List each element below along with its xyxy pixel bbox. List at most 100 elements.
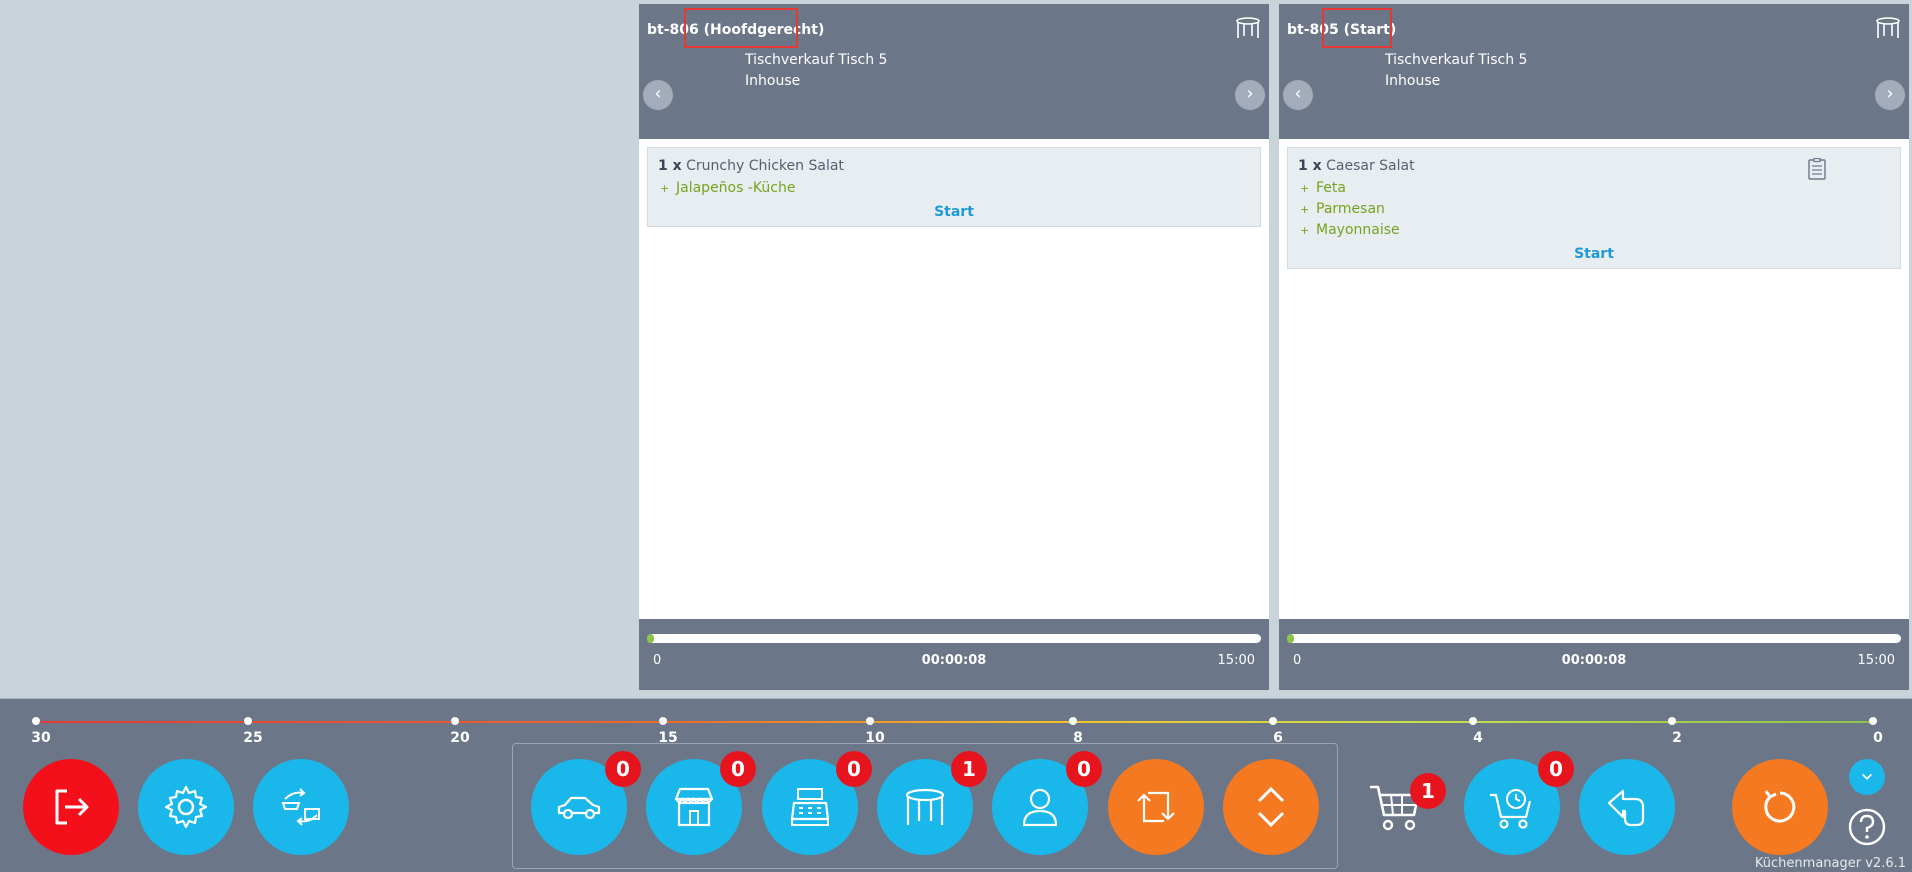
- expand-collapse-icon: [1257, 786, 1285, 828]
- start-button[interactable]: Start: [658, 204, 1250, 222]
- store-icon: [674, 787, 714, 827]
- logout-icon: [55, 789, 89, 825]
- modifier-label: Parmesan: [1316, 201, 1385, 217]
- register-filter-button[interactable]: 0: [762, 751, 872, 855]
- settings-button[interactable]: [138, 759, 234, 855]
- store-count-badge: 0: [720, 751, 756, 787]
- order-item[interactable]: 1 x Crunchy Chicken Salat + Jalapeños -Kü…: [647, 147, 1261, 227]
- modifier-label: Feta: [1316, 180, 1346, 196]
- item-modifier: + Jalapeños -Küche: [660, 180, 796, 196]
- timeline-tick-label: 2: [1672, 730, 1682, 746]
- register-count-badge: 0: [836, 751, 872, 787]
- timeline-tick: [1869, 717, 1877, 725]
- user-filter-button[interactable]: 0: [992, 751, 1102, 855]
- modifier-label: Mayonnaise: [1316, 222, 1400, 238]
- progress-fill: [647, 634, 655, 643]
- order-items: 1 x Caesar Salat + Feta + Parmesan + Mayonn…: [1279, 139, 1909, 619]
- bottom-toolbar: 30 25 20 15 10 8 6 4 2 0 0 0 0 1 0 1 0 K…: [0, 698, 1912, 872]
- store-filter-button[interactable]: 0: [646, 751, 756, 855]
- item-name: Crunchy Chicken Salat: [686, 158, 844, 174]
- swap-button[interactable]: [1108, 759, 1204, 855]
- logout-button[interactable]: [23, 759, 119, 855]
- refresh-button[interactable]: [1732, 759, 1828, 855]
- car-icon: [557, 796, 601, 820]
- timeline-tick: [659, 717, 667, 725]
- elapsed-time: 00:00:08: [921, 653, 987, 668]
- timed-cart-icon: [1490, 789, 1532, 829]
- order-item[interactable]: 1 x Caesar Salat + Feta + Parmesan + Mayonn…: [1287, 147, 1901, 269]
- help-icon[interactable]: [1847, 807, 1887, 847]
- timeline-tick: [1668, 717, 1676, 725]
- order-items: 1 x Crunchy Chicken Salat + Jalapeños -Kü…: [639, 139, 1269, 619]
- delivery-count-badge: 0: [605, 751, 641, 787]
- swap-arrows-icon: [1137, 791, 1175, 823]
- next-order-button[interactable]: ›: [1235, 80, 1265, 110]
- order-header: bt-805 (Start) Tischverkauf Tisch 5 Inho…: [1279, 4, 1909, 139]
- table-filter-button[interactable]: 1: [877, 751, 987, 855]
- order-type: Inhouse: [745, 73, 801, 89]
- order-card: bt-806 (Hoofdgerecht) Tischverkauf Tisch…: [639, 4, 1269, 690]
- table-icon: [1236, 17, 1260, 38]
- timeline-tick: [1269, 717, 1277, 725]
- timed-cart-button[interactable]: 0: [1464, 751, 1574, 855]
- timeline-tick-label: 25: [243, 730, 263, 746]
- next-order-button[interactable]: ›: [1875, 80, 1905, 110]
- prev-order-button[interactable]: ‹: [1283, 80, 1313, 110]
- order-card: bt-805 (Start) Tischverkauf Tisch 5 Inho…: [1279, 4, 1909, 690]
- chevron-down-icon: [1862, 773, 1872, 780]
- cash-register-icon: [790, 788, 830, 826]
- table-icon: [905, 788, 945, 825]
- order-location: Tischverkauf Tisch 5: [1385, 52, 1528, 68]
- progress-bar: [647, 634, 1261, 643]
- timeline-tick: [244, 717, 252, 725]
- timeline-tick-label: 20: [450, 730, 470, 746]
- user-icon: [1022, 788, 1058, 827]
- kitchen-swap-icon: [281, 788, 320, 826]
- item-line: 1 x Crunchy Chicken Salat: [658, 158, 1250, 174]
- delivery-filter-button[interactable]: 0: [531, 751, 641, 855]
- timeline-tick: [866, 717, 874, 725]
- item-modifier: + Feta: [1300, 180, 1346, 196]
- table-count-badge: 1: [951, 751, 987, 787]
- modifier-label: Jalapeños -Küche: [676, 180, 796, 196]
- timeline-scale: [36, 721, 1874, 723]
- table-icon: [1876, 17, 1900, 38]
- order-location: Tischverkauf Tisch 5: [745, 52, 888, 68]
- progress-end-label: 15:00: [1217, 653, 1255, 668]
- progress-end-label: 15:00: [1857, 653, 1895, 668]
- item-name: Caesar Salat: [1326, 158, 1415, 174]
- scroll-down-button[interactable]: [1849, 759, 1885, 795]
- timeline-tick: [451, 717, 459, 725]
- order-type: Inhouse: [1385, 73, 1441, 89]
- timeline-tick: [32, 717, 40, 725]
- gear-icon: [164, 785, 208, 829]
- cart-count-badge: 1: [1410, 773, 1446, 809]
- refresh-icon: [1764, 790, 1796, 823]
- item-qty: 1 x: [658, 158, 682, 174]
- timeline-tick: [1069, 717, 1077, 725]
- elapsed-time: 00:00:08: [1561, 653, 1627, 668]
- version-label: Küchenmanager v2.6.1: [1754, 856, 1906, 871]
- start-button[interactable]: Start: [1298, 246, 1890, 264]
- timeline-tick: [1469, 717, 1477, 725]
- timeline-tick-label: 30: [31, 730, 51, 746]
- order-timer: 0 00:00:08 15:00: [1279, 619, 1909, 690]
- kitchen-swap-button[interactable]: [253, 759, 349, 855]
- item-modifier: + Parmesan: [1300, 201, 1385, 217]
- order-header: bt-806 (Hoofdgerecht) Tischverkauf Tisch…: [639, 4, 1269, 139]
- timeline-tick-label: 4: [1473, 730, 1483, 746]
- highlight-box: [684, 8, 798, 48]
- user-count-badge: 0: [1066, 751, 1102, 787]
- cart-button[interactable]: 1: [1358, 769, 1446, 845]
- item-modifier: + Mayonnaise: [1300, 222, 1400, 238]
- prev-order-button[interactable]: ‹: [643, 80, 673, 110]
- progress-fill: [1287, 634, 1295, 643]
- expand-collapse-button[interactable]: [1223, 759, 1319, 855]
- item-line: 1 x Caesar Salat: [1298, 158, 1890, 174]
- recall-button[interactable]: [1579, 759, 1675, 855]
- recipe-icon[interactable]: [1808, 158, 1826, 180]
- highlight-box: [1322, 8, 1392, 48]
- hand-pointer-icon: [1607, 789, 1645, 827]
- timed-cart-count-badge: 0: [1538, 751, 1574, 787]
- progress-bar: [1287, 634, 1901, 643]
